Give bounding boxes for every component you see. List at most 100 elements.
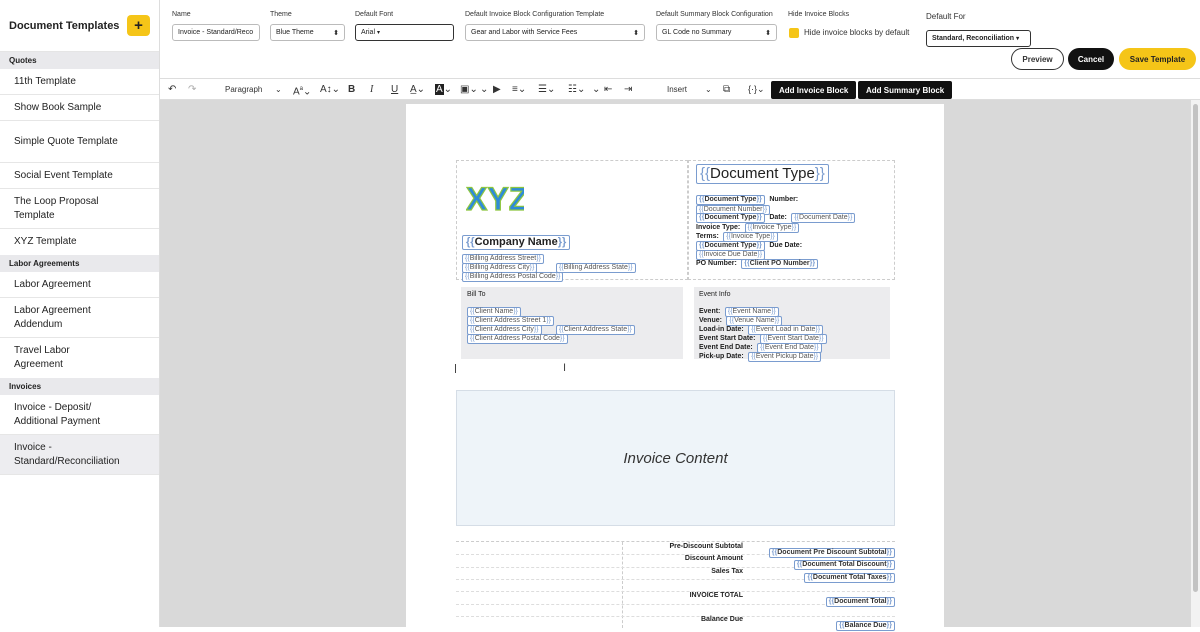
sidebar-item[interactable]: Travel Labor Agreement: [0, 338, 159, 378]
variable-icon[interactable]: {·}⌄: [748, 83, 765, 96]
summary-block-label: Default Summary Block Configuration: [656, 11, 773, 18]
po-label: PO Number:: [696, 260, 737, 267]
chevron-down-icon[interactable]: ⌄: [480, 83, 488, 96]
theme-value: Blue Theme: [276, 29, 314, 36]
document-page[interactable]: XYZ {{Company Name}} {{Billing Address S…: [406, 104, 944, 631]
invoice-block-value: Gear and Labor with Service Fees: [471, 29, 578, 36]
sidebar-item[interactable]: 11th Template: [0, 69, 159, 95]
bullet-list-icon[interactable]: ☰⌄: [538, 83, 555, 96]
bill-to-label: Bill To: [467, 291, 486, 298]
cancel-button[interactable]: Cancel: [1068, 48, 1114, 70]
chevron-down-icon[interactable]: ⌄: [275, 83, 282, 96]
chevron-down-icon: ▾: [1016, 36, 1020, 42]
due-date-label: Due Date:: [769, 242, 803, 249]
media-icon[interactable]: ▶: [493, 83, 501, 96]
event-info-label: Event Info: [699, 291, 731, 298]
balance-due-token[interactable]: {{Balance Due}}: [836, 614, 895, 632]
text-cursor-icon: I: [563, 362, 567, 374]
default-for-value: Standard, Reconciliation: [932, 35, 1015, 42]
sidebar-item[interactable]: Show Book Sample: [0, 95, 159, 121]
font-color-icon[interactable]: A̲⌄: [410, 83, 425, 96]
name-input[interactable]: Invoice - Standard/Reco: [172, 24, 260, 41]
align-icon[interactable]: ≡⌄: [512, 83, 526, 96]
logo-text: XYZ: [466, 182, 524, 214]
bold-icon[interactable]: B: [348, 83, 355, 96]
hide-blocks-checkbox-label: Hide invoice blocks by default: [804, 28, 910, 37]
client-postal-text: Client Address Postal Code: [474, 335, 560, 342]
save-template-button[interactable]: Save Template: [1119, 48, 1196, 70]
invoice-total-token[interactable]: {{Document Total}}: [825, 590, 895, 608]
billing-postal-token[interactable]: {{Billing Address Postal Code}}: [462, 265, 564, 283]
paragraph-select[interactable]: Paragraph: [225, 83, 262, 96]
chevron-down-icon: ▾: [377, 30, 381, 36]
name-value: Invoice - Standard/Reco: [178, 29, 254, 36]
company-logo: XYZ: [466, 182, 524, 214]
select-caret-icon: ⬍: [765, 29, 771, 37]
theme-select[interactable]: Blue Theme ⬍: [270, 24, 345, 41]
template-sidebar: Document Templates + Quotes 11th Templat…: [0, 0, 160, 627]
sidebar-item[interactable]: XYZ Template: [0, 229, 159, 255]
document-type-heading-text: Document Type: [710, 165, 815, 182]
hide-blocks-checkbox[interactable]: [789, 28, 799, 38]
invoice-block-select[interactable]: Gear and Labor with Service Fees ⬍: [465, 24, 645, 41]
pre-discount-label: Pre-Discount Subtotal: [669, 543, 743, 550]
sidebar-item[interactable]: Labor Agreement: [0, 272, 159, 298]
tax-token[interactable]: {{Document Total Taxes}}: [804, 566, 895, 584]
invoice-content-label: Invoice Content: [623, 449, 728, 467]
default-for-label: Default For: [926, 12, 966, 21]
default-for-select[interactable]: Standard, Reconciliation ▾: [926, 30, 1031, 47]
scrollbar-thumb[interactable]: [1193, 104, 1198, 592]
client-postal-token[interactable]: {{Client Address Postal Code}}: [467, 327, 568, 345]
template-settings-bar: Name Invoice - Standard/Reco Theme Blue …: [160, 0, 1200, 78]
invoice-block-label: Default Invoice Block Configuration Temp…: [465, 11, 605, 18]
add-template-button[interactable]: +: [127, 15, 150, 36]
indent-icon[interactable]: ⇥: [624, 83, 632, 96]
preview-button[interactable]: Preview: [1011, 48, 1064, 70]
chevron-down-icon[interactable]: ⌄: [592, 83, 600, 96]
pickup-line: Pick-up Date: {{Event Pickup Date}}: [699, 345, 822, 363]
client-state-text: Client Address State: [563, 326, 628, 333]
outdent-icon[interactable]: ⇤: [604, 83, 612, 96]
line-height-icon[interactable]: A↕⌄: [320, 83, 340, 96]
summary-block-select[interactable]: GL Code no Summary ⬍: [656, 24, 777, 41]
pickup-date-text: Event Pickup Date: [755, 353, 814, 360]
theme-label: Theme: [270, 11, 292, 18]
tax-label: Sales Tax: [711, 568, 743, 575]
summary-block-value: GL Code no Summary: [662, 29, 732, 36]
image-icon[interactable]: ▣⌄: [460, 83, 478, 96]
sidebar-item[interactable]: Social Event Template: [0, 163, 159, 189]
sidebar-item[interactable]: Simple Quote Template: [0, 121, 159, 163]
sidebar-item[interactable]: Labor Agreement Addendum: [0, 298, 159, 338]
invoice-total-text: Document Total: [834, 598, 887, 605]
undo-icon[interactable]: ↶: [168, 83, 176, 96]
invoice-content-block[interactable]: Invoice Content: [456, 390, 895, 526]
sidebar-title: Document Templates: [9, 19, 120, 32]
invoice-total-label: INVOICE TOTAL: [689, 592, 743, 599]
sidebar-header: Document Templates +: [0, 0, 159, 52]
redo-icon[interactable]: ↷: [188, 83, 196, 96]
add-summary-block-button[interactable]: Add Summary Block: [858, 81, 953, 99]
editor-toolbar: ↶ ↷ Paragraph ⌄ Aa⌄ A↕⌄ B I U A̲⌄ A⌄ ▣⌄ …: [160, 78, 1200, 100]
billing-postal-text: Billing Address Postal Code: [469, 273, 556, 280]
highlight-icon[interactable]: A⌄: [435, 83, 452, 96]
italic-icon[interactable]: I: [370, 83, 373, 96]
font-select[interactable]: Arial ▾: [355, 24, 454, 41]
font-size-icon[interactable]: Aa⌄: [293, 83, 311, 98]
sidebar-item-active[interactable]: Invoice - Standard/Reconciliation: [0, 435, 159, 475]
copy-icon[interactable]: ⧉: [723, 83, 730, 96]
billing-state-token[interactable]: {{Billing Address State}}: [556, 256, 636, 274]
select-caret-icon: ⬍: [633, 29, 639, 37]
underline-icon[interactable]: U: [391, 83, 398, 96]
insert-menu[interactable]: Insert: [667, 83, 687, 96]
pickup-label: Pick-up Date:: [699, 353, 744, 360]
sidebar-item[interactable]: Invoice - Deposit/ Additional Payment: [0, 395, 159, 435]
po-line: PO Number: {{Client PO Number}}: [696, 252, 819, 270]
document-type-heading-token[interactable]: {{Document Type}}: [696, 164, 829, 184]
numbered-list-icon[interactable]: ☷⌄: [568, 83, 585, 96]
chevron-down-icon[interactable]: ⌄: [705, 83, 712, 96]
sidebar-item[interactable]: The Loop Proposal Template: [0, 189, 159, 229]
document-date-text: Document Date: [799, 214, 848, 221]
add-invoice-block-button[interactable]: Add Invoice Block: [771, 81, 857, 99]
client-state-token[interactable]: {{Client Address State}}: [556, 318, 635, 336]
balance-due-text: Balance Due: [844, 622, 887, 629]
